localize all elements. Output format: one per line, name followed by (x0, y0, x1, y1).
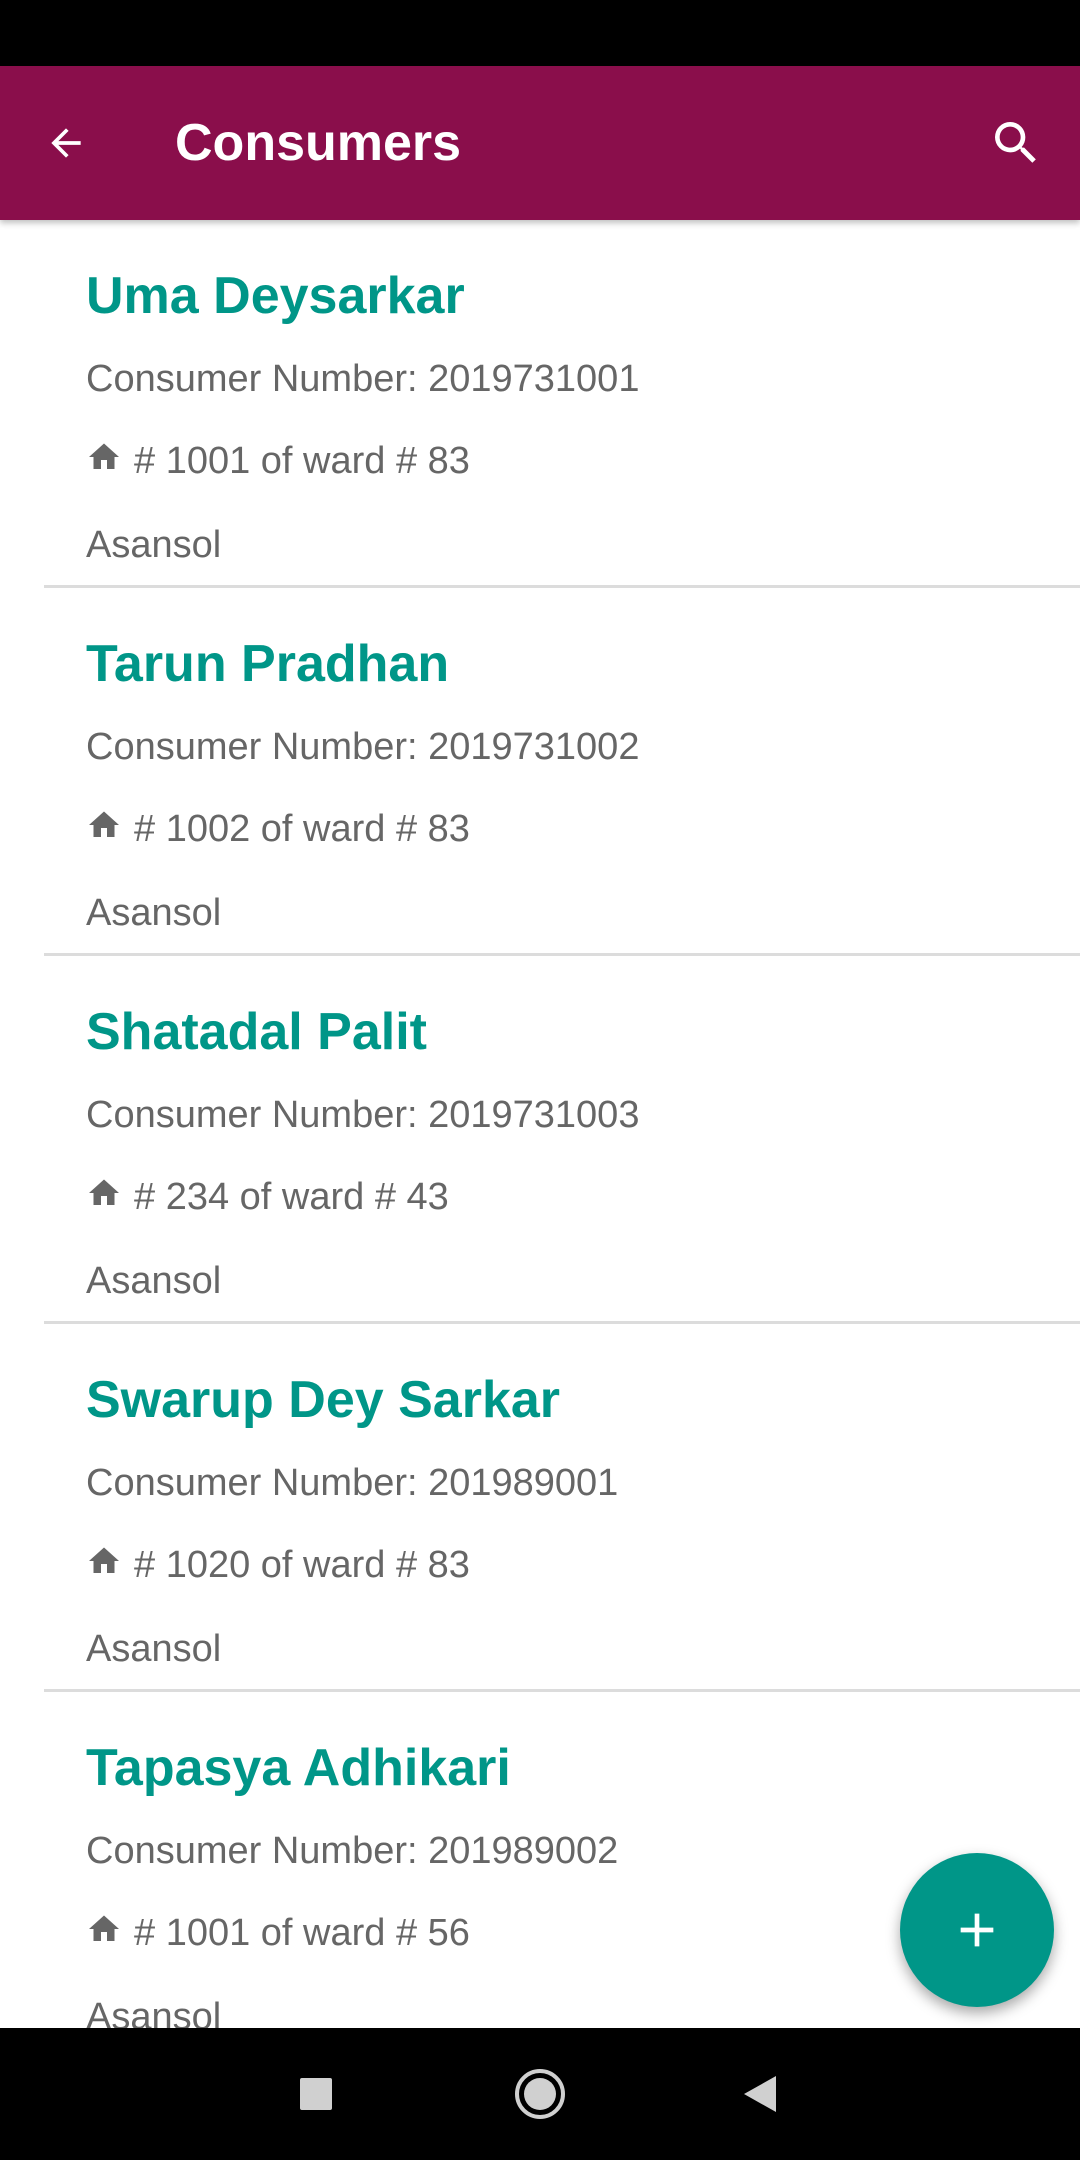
add-consumer-button[interactable] (900, 1853, 1054, 2007)
consumer-city: Asansol (86, 1996, 222, 2028)
list-item[interactable]: Shatadal Palit Consumer Number: 20197310… (0, 956, 1080, 1324)
home-icon (86, 1175, 122, 1211)
screen: Consumers Uma Deysarkar Consumer Number:… (0, 0, 1080, 2160)
search-icon (995, 122, 1036, 163)
home-icon (86, 807, 122, 843)
back-button[interactable] (30, 107, 102, 179)
circle-icon (515, 2069, 565, 2119)
consumer-name: Swarup Dey Sarkar (86, 1371, 561, 1429)
list-item[interactable]: Swarup Dey Sarkar Consumer Number: 20198… (0, 1324, 1080, 1692)
address-text: # 1001 of ward # 83 (134, 440, 470, 482)
home-icon (86, 439, 122, 475)
plus-icon (960, 1913, 994, 1947)
address-text: # 1002 of ward # 83 (134, 808, 470, 850)
consumer-address: # 1002 of ward # 83 (86, 808, 470, 851)
consumer-city: Asansol (86, 1628, 222, 1670)
home-icon (86, 1543, 122, 1579)
consumer-address: # 1001 of ward # 56 (86, 1912, 470, 1955)
status-bar (0, 0, 1080, 66)
recents-button[interactable] (280, 2058, 352, 2130)
navigation-bar (0, 2028, 1080, 2160)
square-icon (300, 2078, 332, 2110)
consumer-address: # 234 of ward # 43 (86, 1176, 449, 1219)
consumer-name: Tapasya Adhikari (86, 1739, 511, 1797)
home-button[interactable] (504, 2058, 576, 2130)
consumer-list[interactable]: Uma Deysarkar Consumer Number: 201973100… (0, 220, 1080, 2028)
consumer-city: Asansol (86, 892, 222, 934)
arrow-left-icon (51, 128, 81, 158)
app-bar: Consumers (0, 66, 1080, 220)
page-title: Consumers (175, 114, 462, 172)
home-icon (86, 1911, 122, 1947)
address-text: # 1001 of ward # 56 (134, 1912, 470, 1954)
consumer-number: Consumer Number: 2019731002 (86, 726, 640, 768)
list-item[interactable]: Tarun Pradhan Consumer Number: 201973100… (0, 588, 1080, 956)
search-button[interactable] (980, 107, 1052, 179)
consumer-number: Consumer Number: 201989001 (86, 1462, 619, 1504)
consumer-address: # 1020 of ward # 83 (86, 1544, 470, 1587)
consumer-number: Consumer Number: 201989002 (86, 1830, 619, 1872)
list-item[interactable]: Uma Deysarkar Consumer Number: 201973100… (0, 220, 1080, 588)
consumer-city: Asansol (86, 524, 222, 566)
address-text: # 1020 of ward # 83 (134, 1544, 470, 1586)
triangle-back-icon (744, 2076, 776, 2112)
address-text: # 234 of ward # 43 (134, 1176, 449, 1218)
consumer-address: # 1001 of ward # 83 (86, 440, 470, 483)
consumer-number: Consumer Number: 2019731001 (86, 358, 640, 400)
consumer-name: Tarun Pradhan (86, 635, 450, 693)
consumer-name: Shatadal Palit (86, 1003, 427, 1061)
consumer-number: Consumer Number: 2019731003 (86, 1094, 640, 1136)
consumer-city: Asansol (86, 1260, 222, 1302)
consumer-name: Uma Deysarkar (86, 267, 465, 325)
system-back-button[interactable] (724, 2058, 796, 2130)
